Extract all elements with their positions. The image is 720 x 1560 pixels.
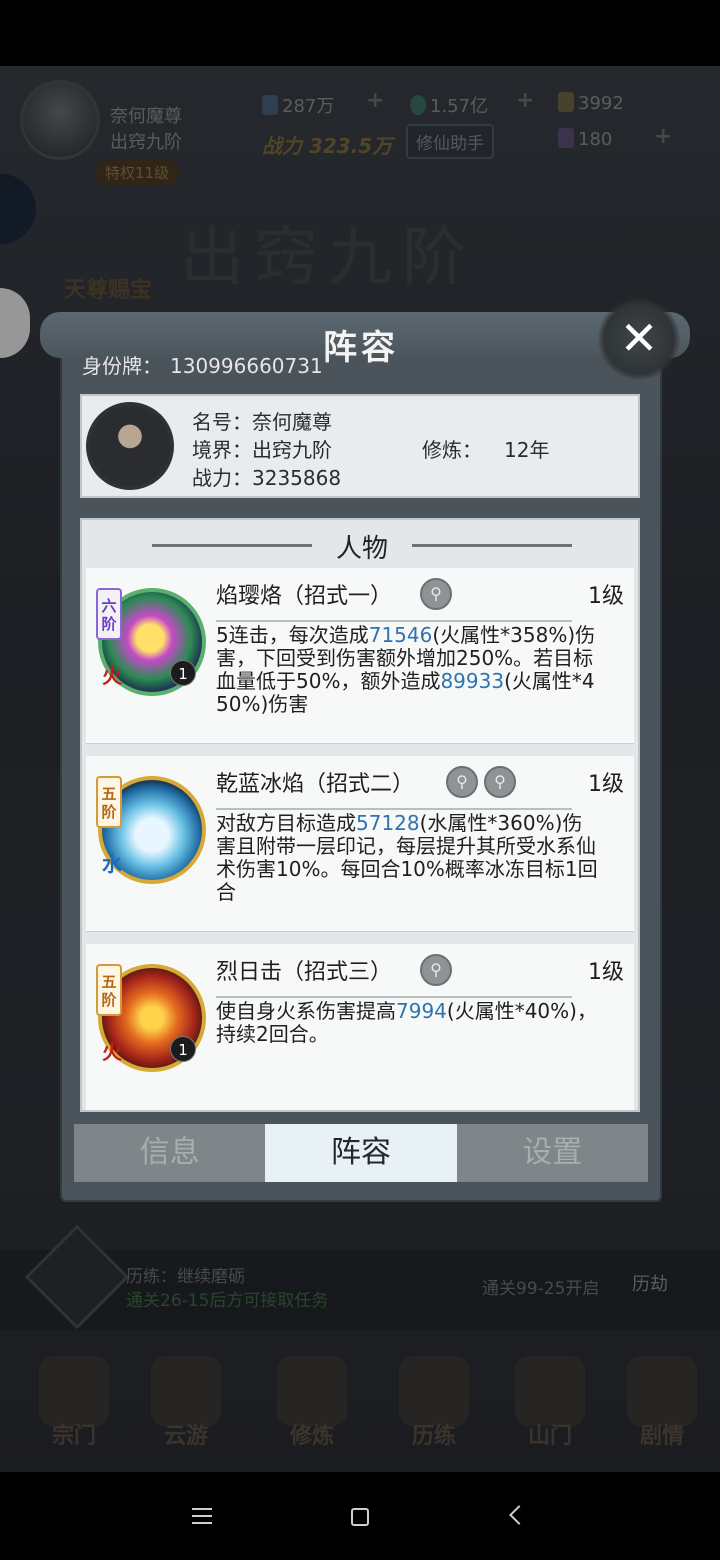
dialog-tabs: 信息 阵容 设置 bbox=[74, 1124, 648, 1182]
id-row: 身份牌： 130996660731 bbox=[82, 350, 331, 379]
profile-realm: 境界：出窍九阶 bbox=[192, 438, 332, 462]
divider bbox=[216, 808, 572, 810]
roster-panel[interactable]: 人物 六阶 火 1 焰璎烙（招式一） ⚲ 1级 5连击，每次造成71546(火属… bbox=[80, 518, 640, 1112]
back-icon[interactable] bbox=[509, 1505, 529, 1525]
divider bbox=[216, 996, 572, 998]
tier-badge: 六阶 bbox=[96, 588, 122, 640]
divider bbox=[216, 620, 572, 622]
skill-name: 烈日击（招式三） bbox=[216, 960, 393, 985]
profile-cultivate: 修炼： 12年 bbox=[422, 438, 550, 462]
skill-card[interactable]: 五阶 水 乾蓝冰焰（招式二） ⚲ ⚲ 1级 对敌方目标造成57128(水属性*3… bbox=[86, 756, 634, 932]
close-icon[interactable]: ✕ bbox=[598, 298, 680, 380]
skill-description: 对敌方目标造成57128(水属性*360%)伤害且附带一层印记，每层提升其所受水… bbox=[216, 811, 598, 904]
element-badge: 火 bbox=[102, 1040, 122, 1064]
tab-settings[interactable]: 设置 bbox=[456, 1124, 648, 1182]
id-label: 身份牌： bbox=[82, 354, 162, 378]
roster-header: 人物 bbox=[82, 520, 638, 570]
tier-badge: 五阶 bbox=[96, 776, 122, 828]
skill-card[interactable]: 六阶 火 1 焰璎烙（招式一） ⚲ 1级 5连击，每次造成71546(火属性*3… bbox=[86, 568, 634, 744]
attribute-icon: ⚲ bbox=[420, 578, 452, 610]
attribute-icon: ⚲ bbox=[446, 766, 478, 798]
lineup-dialog: 阵容 ✕ 身份牌： 130996660731 名号：奈何魔尊 境界：出窍九阶 修炼… bbox=[40, 298, 690, 1202]
tab-lineup[interactable]: 阵容 bbox=[265, 1124, 457, 1182]
count-badge: 1 bbox=[170, 660, 196, 686]
tab-info[interactable]: 信息 bbox=[74, 1124, 266, 1182]
system-nav-bar bbox=[0, 1472, 720, 1560]
menu-icon[interactable] bbox=[192, 1508, 212, 1529]
skill-card[interactable]: 五阶 火 1 烈日击（招式三） ⚲ 1级 使自身火系伤害提高7994(火属性*4… bbox=[86, 944, 634, 1110]
element-badge: 火 bbox=[102, 664, 122, 688]
element-badge: 水 bbox=[102, 852, 122, 876]
home-icon[interactable] bbox=[351, 1508, 369, 1526]
skill-description: 使自身火系伤害提高7994(火属性*40%)，持续2回合。 bbox=[216, 999, 597, 1046]
skill-level: 1级 bbox=[588, 584, 624, 609]
profile-name: 名号：奈何魔尊 bbox=[192, 410, 332, 434]
profile-power: 战力：3235868 bbox=[192, 466, 342, 490]
tier-badge: 五阶 bbox=[96, 964, 122, 1016]
roster-title: 人物 bbox=[335, 534, 388, 564]
skill-level: 1级 bbox=[588, 772, 624, 797]
skill-level: 1级 bbox=[588, 960, 624, 985]
attribute-icon: ⚲ bbox=[484, 766, 516, 798]
id-value: 130996660731 bbox=[170, 354, 323, 378]
status-bar bbox=[0, 0, 720, 66]
avatar bbox=[86, 402, 174, 490]
count-badge: 1 bbox=[170, 1036, 196, 1062]
skill-name: 焰璎烙（招式一） bbox=[216, 584, 393, 609]
profile-card: 名号：奈何魔尊 境界：出窍九阶 修炼： 12年 战力：3235868 bbox=[80, 394, 640, 498]
skill-name: 乾蓝冰焰（招式二） bbox=[216, 772, 415, 797]
skill-description: 5连击，每次造成71546(火属性*358%)伤害，下回受到伤害额外增加250%… bbox=[216, 623, 596, 716]
attribute-icon: ⚲ bbox=[420, 954, 452, 986]
